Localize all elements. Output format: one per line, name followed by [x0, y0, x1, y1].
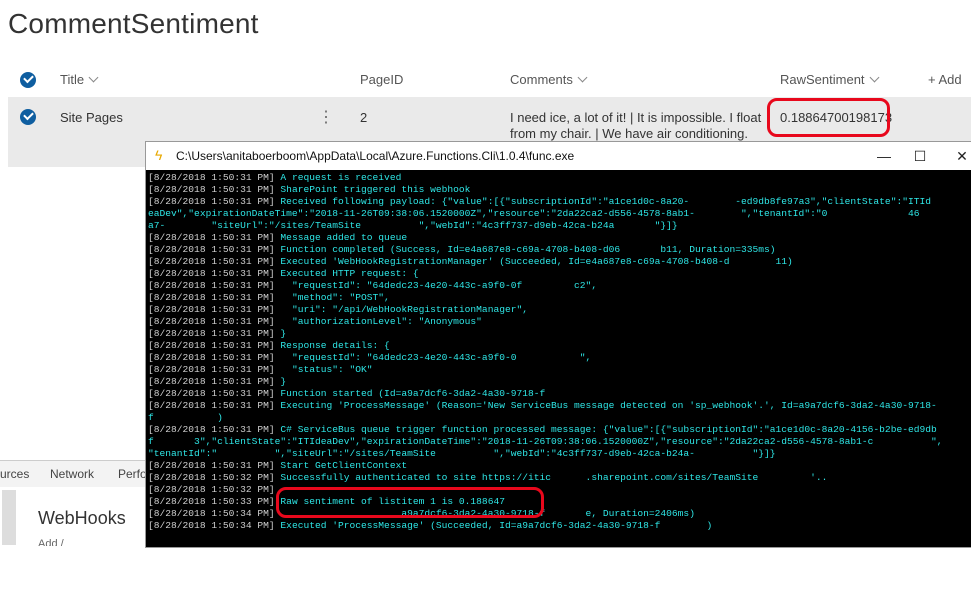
console-line: [8/28/2018 1:50:31 PM] } — [148, 328, 287, 339]
more-options-icon[interactable]: ⋮ — [318, 107, 334, 127]
console-line: [8/28/2018 1:50:31 PM] Start GetClientCo… — [148, 460, 408, 471]
console-line: [8/28/2018 1:50:31 PM] "method": "POST", — [148, 292, 390, 303]
page-title: CommentSentiment — [8, 8, 259, 39]
console-line: [8/28/2018 1:50:31 PM] } — [148, 376, 287, 387]
row-comments: I need ice, a lot of it! | It is impossi… — [510, 110, 762, 141]
console-line: [8/28/2018 1:50:32 PM] — [148, 484, 275, 495]
console-line: [8/28/2018 1:50:31 PM] Received followin… — [148, 196, 931, 207]
console-title: C:\Users\anitaboerboom\AppData\Local\Azu… — [176, 149, 575, 163]
console-line: a7- "siteUrl":"/sites/TeamSite ","webId"… — [148, 220, 678, 231]
console-line: [8/28/2018 1:50:31 PM] Function complete… — [148, 244, 776, 255]
column-header-pageid[interactable]: PageID — [360, 72, 403, 87]
console-line: [8/28/2018 1:50:31 PM] "requestId": "64d… — [148, 280, 598, 291]
add-column-button[interactable]: + Add — [928, 72, 962, 87]
console-line: [8/28/2018 1:50:31 PM] Executing 'Proces… — [148, 400, 937, 411]
column-header-rawsentiment[interactable]: RawSentiment — [780, 72, 879, 87]
chevron-down-icon — [869, 72, 879, 83]
list-header: Title PageID Comments RawSentiment + Add — [0, 60, 971, 98]
row-title[interactable]: Site Pages — [60, 110, 123, 125]
console-line: "tenantId":" ","siteUrl":"/sites/TeamSit… — [148, 448, 776, 459]
console-line: eaDev","expirationDateTime":"2018-11-26T… — [148, 208, 920, 219]
chevron-down-icon — [577, 72, 588, 83]
tab-sources[interactable]: urces — [0, 467, 29, 481]
console-line: [8/28/2018 1:50:31 PM] SharePoint trigge… — [148, 184, 471, 195]
console-line: [8/28/2018 1:50:31 PM] Executed 'WebHook… — [148, 256, 793, 267]
column-header-title[interactable]: Title — [60, 72, 99, 87]
console-window[interactable]: ϟ C:\Users\anitaboerboom\AppData\Local\A… — [145, 141, 971, 548]
column-header-comments[interactable]: Comments — [510, 72, 588, 87]
console-line: [8/28/2018 1:50:31 PM] "requestId": "64d… — [148, 352, 592, 363]
console-line: f ) — [148, 412, 223, 423]
console-titlebar[interactable]: ϟ C:\Users\anitaboerboom\AppData\Local\A… — [146, 142, 971, 170]
console-output: [8/28/2018 1:50:31 PM] A request is rece… — [146, 170, 971, 547]
chevron-down-icon — [88, 72, 99, 83]
console-line: [8/28/2018 1:50:31 PM] Response details:… — [148, 340, 390, 351]
console-line: [8/28/2018 1:50:31 PM] "uri": "/api/WebH… — [148, 304, 528, 315]
tab-network[interactable]: Network — [50, 467, 94, 481]
console-line: [8/28/2018 1:50:31 PM] Message added to … — [148, 232, 408, 243]
console-line: [8/28/2018 1:50:33 PM] Raw sentiment of … — [148, 496, 505, 507]
console-line: [8/28/2018 1:50:32 PM] Successfully auth… — [148, 472, 828, 483]
webhooks-title: WebHooks — [38, 508, 126, 528]
console-line: [8/28/2018 1:50:31 PM] C# ServiceBus que… — [148, 424, 937, 435]
row-pageid: 2 — [360, 110, 368, 125]
highlight-rawsentiment — [767, 98, 890, 137]
console-line: [8/28/2018 1:50:31 PM] Function started … — [148, 388, 546, 399]
console-line: [8/28/2018 1:50:34 PM] a9a7dcf6-3da2-4a3… — [148, 508, 695, 519]
console-line: f 3","clientState":"ITIdeaDev","expirati… — [148, 436, 943, 447]
function-app-icon: ϟ — [155, 147, 163, 163]
console-line: [8/28/2018 1:50:31 PM] "status": "OK" — [148, 364, 373, 375]
devtools-tabbar: urces Network Perfo — [0, 460, 160, 488]
console-line: [8/28/2018 1:50:31 PM] A request is rece… — [148, 172, 402, 183]
close-icon[interactable]: ✕ — [952, 146, 971, 166]
row-checkbox[interactable] — [20, 109, 36, 125]
tab-performance[interactable]: Perfo — [118, 467, 147, 481]
maximize-icon[interactable]: ☐ — [910, 146, 930, 166]
select-all-checkbox[interactable] — [20, 72, 36, 88]
minimize-icon[interactable]: — — [874, 146, 894, 166]
console-line: [8/28/2018 1:50:34 PM] Executed 'Process… — [148, 520, 713, 531]
console-line: [8/28/2018 1:50:31 PM] Executed HTTP req… — [148, 268, 419, 279]
scrollbar[interactable] — [2, 490, 16, 545]
webhooks-subtitle: Add / — [38, 538, 64, 546]
console-line: [8/28/2018 1:50:31 PM] "authorizationLev… — [148, 316, 482, 327]
highlight-raw-sentiment-log — [276, 487, 544, 518]
